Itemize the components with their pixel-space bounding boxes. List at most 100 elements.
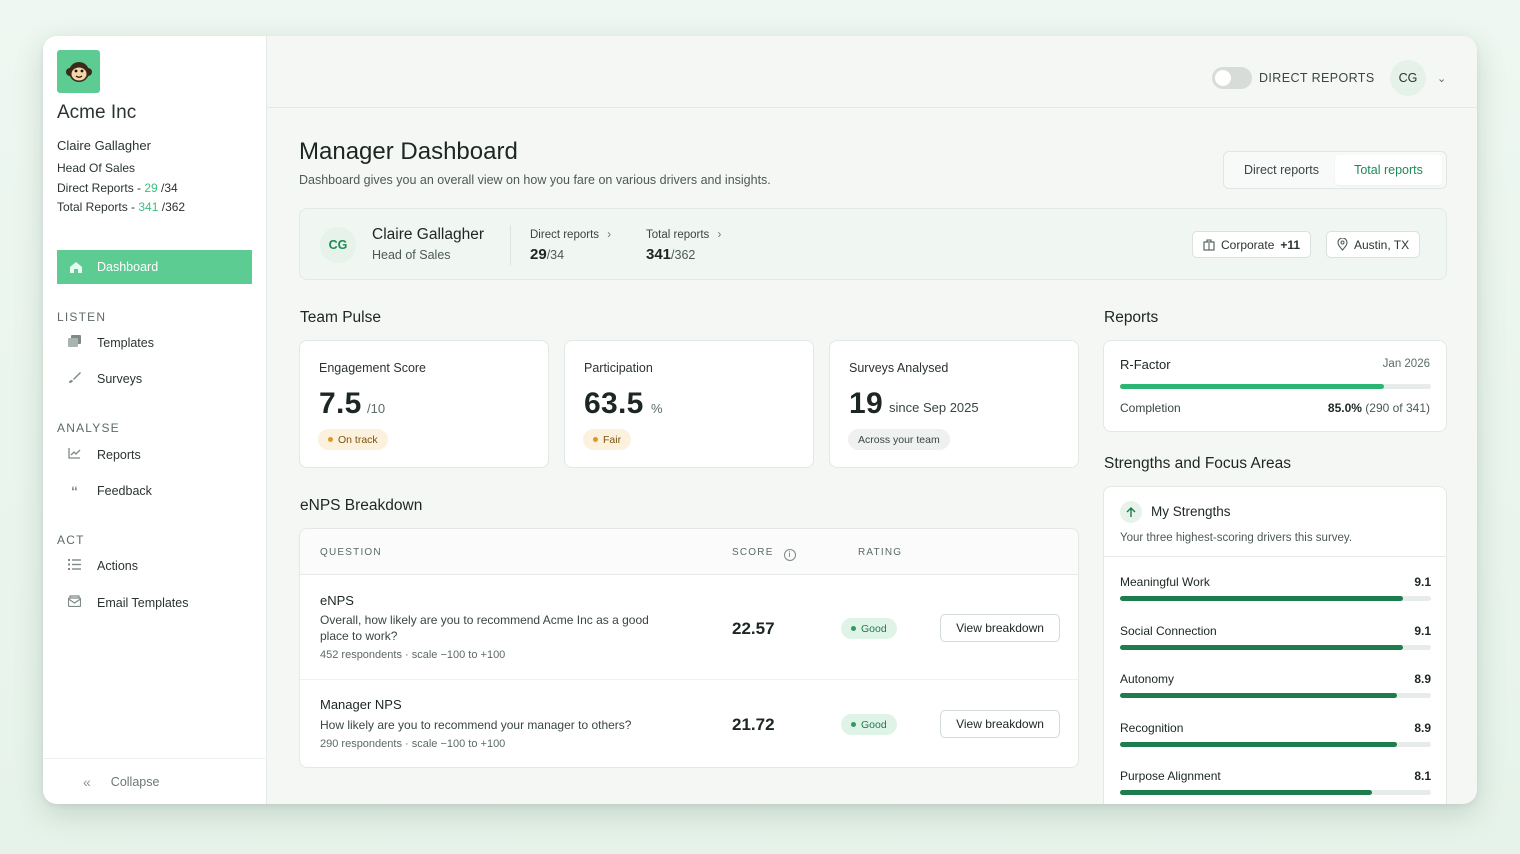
arrow-up-icon	[1120, 501, 1142, 523]
status-badge: Fair	[583, 429, 632, 450]
driver-name: Meaningful Work	[1120, 575, 1210, 589]
column-header-score-label: SCORE	[732, 547, 774, 558]
view-breakdown-button[interactable]: View breakdown	[940, 614, 1060, 642]
column-header-score: SCORE i	[732, 547, 796, 561]
rating-dot	[851, 722, 856, 727]
strengths-card-title: My Strengths	[1151, 504, 1231, 519]
sidebar-item-label: Templates	[97, 335, 154, 350]
profile-name: Claire Gallagher	[372, 226, 484, 243]
info-icon[interactable]: i	[783, 549, 796, 561]
direct-reports-count: Direct Reports - 29 /34	[57, 181, 178, 195]
driver-score-fill	[1120, 644, 1403, 650]
total-reports-stat: 341/362	[646, 246, 695, 263]
profile-avatar: CG	[320, 227, 356, 263]
table-row: eNPS Overall, how likely are you to reco…	[300, 576, 1078, 680]
question-meta: 452 respondents · scale −100 to +100	[320, 649, 506, 661]
total-reports-total: /362	[671, 248, 696, 262]
sidebar-item-email-templates[interactable]: Email Templates	[67, 595, 188, 610]
completion-value: 85.0% (290 of 341)	[1328, 401, 1430, 415]
sidebar-item-label: Email Templates	[97, 595, 189, 610]
department-more: +11	[1280, 237, 1301, 252]
reports-title: Reports	[1104, 309, 1159, 326]
total-reports-link[interactable]: Total reports ›	[646, 229, 721, 241]
collapse-label: Collapse	[110, 774, 160, 789]
column-header-rating: RATING	[858, 547, 903, 558]
chevron-down-icon[interactable]: ⌄	[1437, 72, 1446, 85]
driver-row: Purpose Alignment 8.1	[1120, 769, 1431, 799]
driver-score-track	[1120, 596, 1431, 601]
sidebar-item-feedback[interactable]: “ Feedback	[67, 483, 152, 499]
company-name: Acme Inc	[57, 102, 137, 123]
direct-reports-link[interactable]: Direct reports ›	[530, 229, 611, 241]
rfactor-card[interactable]: R-Factor Jan 2026 Completion 85.0% (290 …	[1103, 340, 1447, 432]
direct-reports-toggle[interactable]	[1212, 67, 1252, 89]
monkey-logo-icon[interactable]	[57, 50, 100, 93]
column-header-question: QUESTION	[320, 547, 382, 558]
total-reports-num: 341	[138, 200, 159, 214]
double-chevron-left-icon: «	[83, 773, 91, 790]
department-chip[interactable]: Corporate +11	[1192, 231, 1312, 258]
kpi-unit: since Sep 2025	[889, 400, 979, 415]
view-breakdown-button[interactable]: View breakdown	[940, 710, 1060, 738]
location-label: Austin, TX	[1354, 237, 1410, 252]
completion-label: Completion	[1120, 401, 1181, 415]
chevron-right-icon: ›	[607, 229, 612, 241]
question-score: 21.72	[732, 715, 775, 734]
driver-row: Social Connection 9.1	[1120, 624, 1431, 654]
enps-table: QUESTION SCORE i RATING eNPS Overall, ho…	[299, 528, 1079, 768]
driver-row: Recognition 8.9	[1120, 721, 1431, 751]
rfactor-label: R-Factor	[1120, 357, 1171, 372]
driver-score-track	[1120, 790, 1431, 795]
envelope-open-icon	[67, 595, 82, 610]
driver-score-fill	[1120, 741, 1397, 747]
home-icon	[70, 261, 82, 273]
location-chip[interactable]: Austin, TX	[1326, 231, 1421, 258]
sidebar-item-label: Dashboard	[97, 260, 159, 274]
driver-score: 9.1	[1414, 575, 1431, 589]
copy-icon	[67, 335, 82, 350]
kpi-value: 63.5	[584, 387, 644, 420]
direct-reports-total: /34	[546, 248, 565, 262]
profile-role: Head of Sales	[372, 248, 451, 262]
status-badge: Across your team	[848, 429, 950, 450]
kpi-value: 7.5	[319, 387, 362, 420]
total-reports-label: Total Reports -	[57, 200, 139, 214]
sidebar-item-label: Feedback	[97, 484, 152, 498]
list-icon	[67, 559, 82, 573]
user-name: Claire Gallagher	[57, 138, 151, 153]
tab-direct-reports[interactable]: Direct reports	[1228, 155, 1335, 185]
rfactor-date: Jan 2026	[1382, 358, 1430, 370]
nav-section-analyse: ANALYSE	[57, 421, 120, 435]
total-reports-link-label: Total reports	[646, 229, 710, 241]
status-dot	[328, 437, 333, 442]
profile-card: CG Claire Gallagher Head of Sales Direct…	[299, 208, 1447, 280]
completion-detail: (290 of 341)	[1365, 401, 1430, 415]
sidebar-item-templates[interactable]: Templates	[67, 335, 154, 350]
sidebar-item-label: Reports	[97, 447, 141, 462]
driver-row: Autonomy 8.9	[1120, 672, 1431, 702]
user-avatar[interactable]: CG	[1390, 60, 1426, 96]
strengths-card: My Strengths Your three highest-scoring …	[1103, 486, 1447, 804]
question-meta: 290 respondents · scale −100 to +100	[320, 738, 506, 750]
sidebar-item-actions[interactable]: Actions	[67, 559, 138, 573]
completion-progress-track	[1120, 384, 1431, 389]
sidebar-item-dashboard[interactable]: Dashboard	[57, 250, 252, 284]
map-pin-icon	[1337, 238, 1348, 251]
direct-reports-label: Direct Reports -	[57, 181, 145, 195]
strengths-card-header: My Strengths Your three highest-scoring …	[1104, 487, 1446, 557]
direct-reports-stat: 29/34	[530, 246, 564, 263]
sidebar: Acme Inc Claire Gallagher Head Of Sales …	[43, 36, 267, 804]
collapse-button[interactable]: « Collapse	[43, 758, 267, 804]
direct-reports-total: /34	[157, 181, 178, 195]
line-chart-icon	[67, 447, 82, 462]
kpi-unit: %	[651, 401, 663, 416]
driver-score: 8.9	[1414, 672, 1431, 686]
chevron-right-icon: ›	[717, 229, 722, 241]
building-icon	[1203, 238, 1215, 251]
tab-total-reports[interactable]: Total reports	[1335, 155, 1442, 185]
sidebar-item-reports[interactable]: Reports	[67, 447, 141, 462]
sidebar-item-surveys[interactable]: Surveys	[67, 371, 142, 387]
driver-score-track	[1120, 741, 1431, 747]
rating-badge-label: Good	[861, 622, 887, 635]
driver-name: Autonomy	[1120, 672, 1175, 686]
